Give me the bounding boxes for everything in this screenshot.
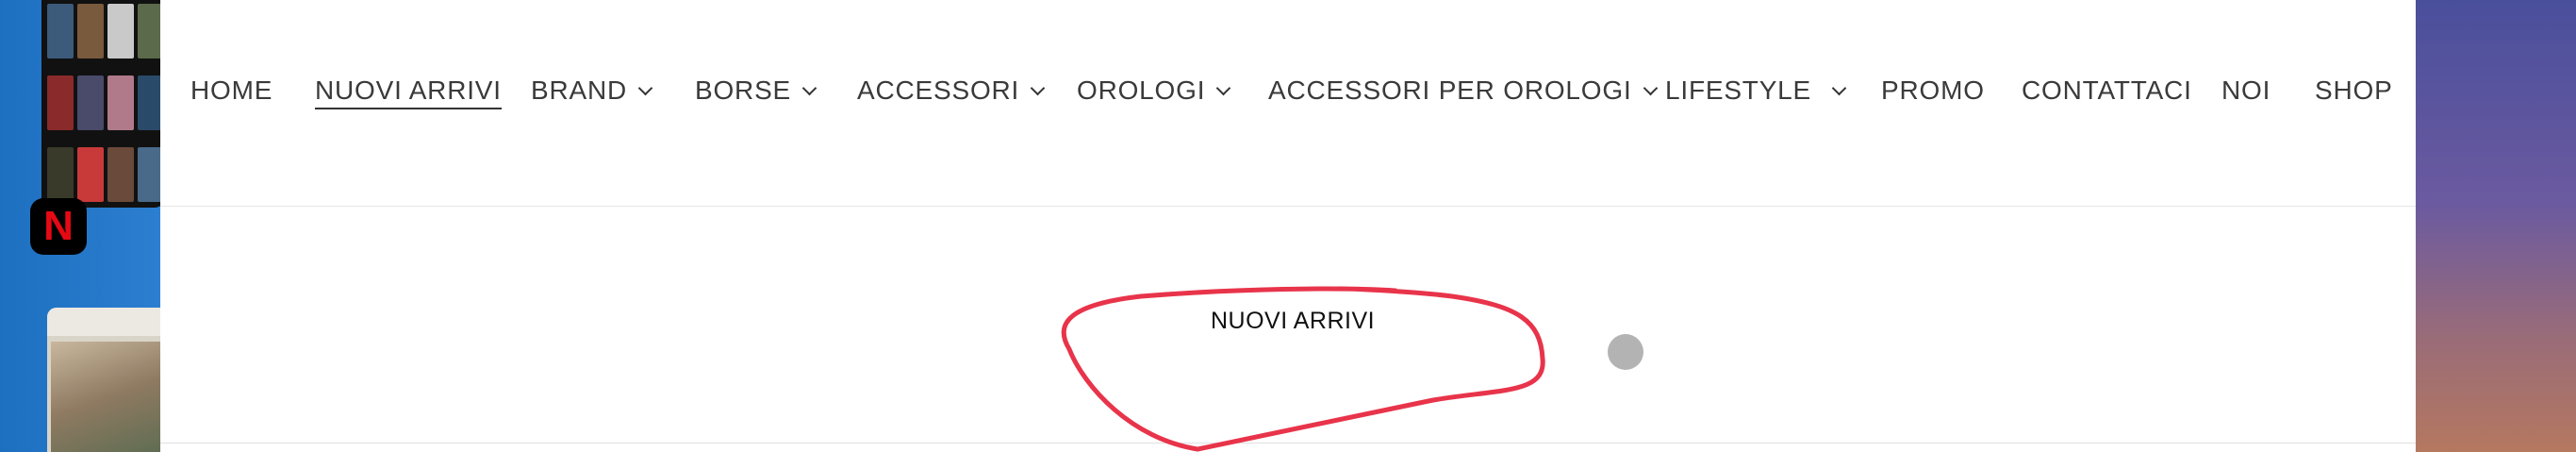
nav-label: CONTATTACI (2022, 75, 2192, 105)
nav-item-shop[interactable]: SHOP (2315, 72, 2393, 109)
cursor-pointer (1608, 334, 1643, 370)
photo-preview (51, 342, 164, 452)
nav-item-orologi[interactable]: OROLOGI (1077, 72, 1231, 109)
nav-label: ACCESSORI PER OROLOGI (1268, 75, 1632, 105)
chevron-down-icon (801, 80, 817, 95)
nav-label: SHOP (2315, 75, 2393, 105)
nav-label: OROLOGI (1077, 75, 1206, 105)
nav-item-lifestyle[interactable]: LIFESTYLE (1665, 72, 1847, 109)
nav-item-promo[interactable]: PROMO (1881, 72, 1985, 109)
nav-item-nuovi-arrivi[interactable]: NUOVI ARRIVI (315, 72, 502, 109)
nav-item-accessori[interactable]: ACCESSORI (857, 72, 1046, 109)
nav-item-home[interactable]: HOME (190, 72, 272, 109)
nav-label: NOI (2221, 75, 2271, 105)
chevron-down-icon (637, 80, 653, 95)
chevron-down-icon (1643, 80, 1658, 95)
nav-label: NUOVI ARRIVI (315, 75, 502, 109)
nav-label: HOME (190, 75, 273, 105)
netflix-window-thumbnail[interactable] (41, 0, 164, 208)
nav-label: BORSE (695, 75, 792, 105)
nav-item-noi[interactable]: NOI (2221, 72, 2271, 109)
desktop-wallpaper-right (2414, 0, 2576, 452)
nav-label: BRAND (531, 75, 628, 105)
annotation-circle (1061, 286, 1545, 452)
chevron-down-icon (1216, 80, 1231, 95)
window-toolbar (47, 308, 170, 336)
nav-item-accessori-per-orologi[interactable]: ACCESSORI PER OROLOGI (1268, 72, 1658, 109)
nav-label: PROMO (1881, 75, 1985, 105)
netflix-icon[interactable]: N (30, 198, 87, 255)
chevron-down-icon (1831, 80, 1847, 95)
nav-item-brand[interactable]: BRAND (531, 72, 653, 109)
photo-window-thumbnail[interactable] (47, 308, 170, 452)
nav-label: LIFESTYLE (1665, 75, 1812, 105)
main-navigation: HOME NUOVI ARRIVI BRAND BORSE ACCESSORI … (160, 0, 2416, 207)
nav-label: ACCESSORI (857, 75, 1020, 105)
chevron-down-icon (1030, 80, 1046, 95)
nav-item-contattaci[interactable]: CONTATTACI (2022, 72, 2192, 109)
nav-item-borse[interactable]: BORSE (695, 72, 817, 109)
